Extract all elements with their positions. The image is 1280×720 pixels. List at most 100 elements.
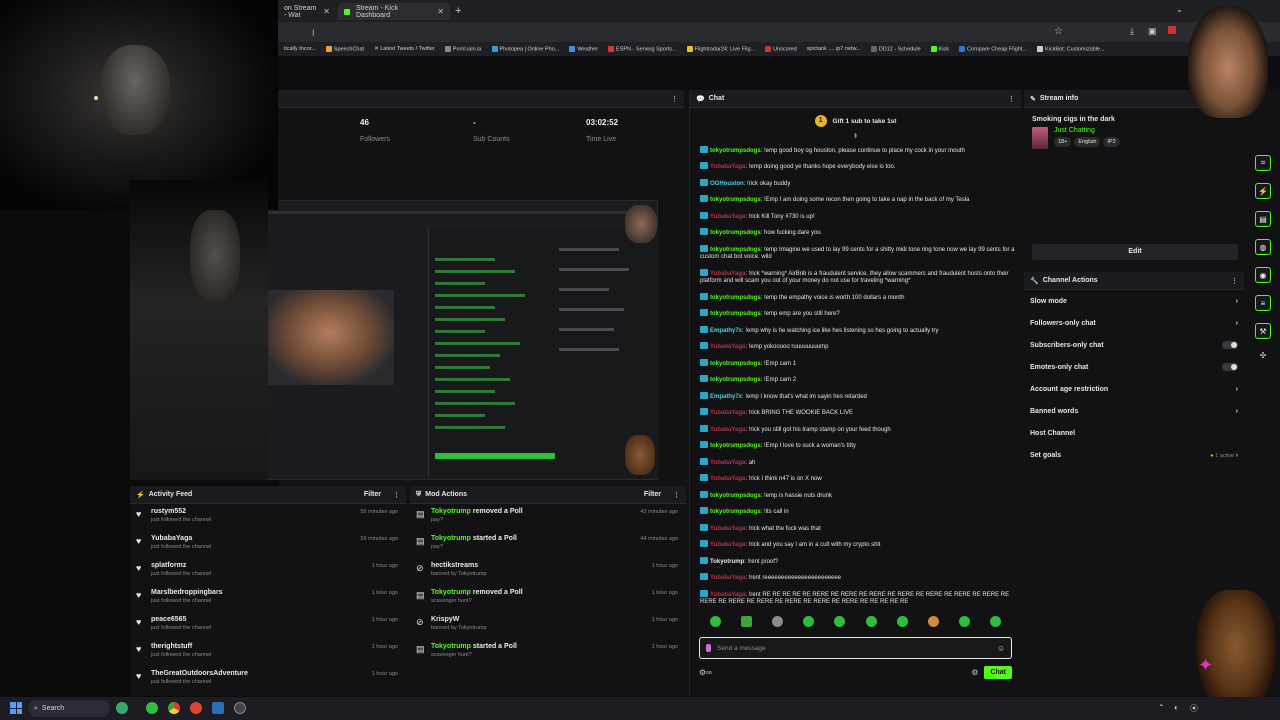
list-item[interactable]: ▤ Tokyotrump started a Poll scavenger hunt… — [410, 639, 686, 666]
taskbar-app-icon[interactable] — [234, 702, 246, 714]
extension-red-icon[interactable] — [1168, 26, 1176, 34]
taskbar-app-icon[interactable] — [190, 702, 202, 714]
emote-icon[interactable] — [958, 615, 970, 627]
send-chat-button[interactable]: Chat — [984, 665, 1012, 679]
emote-icon[interactable] — [865, 615, 877, 627]
chat-username[interactable]: YubabaYaga — [710, 344, 745, 350]
chat-username[interactable]: YubabaYaga — [710, 575, 745, 581]
bookmark-item[interactable]: Flightradar24: Live Flig... — [686, 45, 755, 52]
list-item[interactable]: ♥ therightstuff just followed the channel 1… — [130, 639, 406, 666]
list-item[interactable]: ♥ YubabaYaga just followed the channel 59 m… — [130, 531, 406, 558]
chat-message[interactable]: YubabaYaga: !rick Kill Tony #730 is up! — [690, 208, 1015, 225]
close-tab-icon[interactable]: ✕ — [323, 7, 330, 16]
bookmark-item[interactable]: ✕ Latest Tweets / Twitter — [374, 46, 435, 52]
address-bar[interactable]: I ☆ ⤓ ▣ — [278, 22, 1280, 42]
microphone-icon[interactable]: ⦿ — [1190, 703, 1198, 714]
extension-icon[interactable]: ▣ — [1148, 26, 1157, 37]
chat-username[interactable]: YubabaYaga — [710, 271, 745, 277]
emote-icon[interactable] — [989, 615, 1001, 627]
bookmark-item[interactable]: Kick — [930, 45, 949, 52]
emoji-icon[interactable]: ☺ — [997, 644, 1005, 653]
pin-icon[interactable]: ⇟ — [690, 133, 1021, 142]
chat-username[interactable]: OGHouston — [710, 181, 744, 187]
bookmark-item[interactable]: Weather — [569, 45, 598, 52]
chat-message[interactable]: YubabaYaga: !emp doing good ye thanks ho… — [690, 159, 1015, 176]
browser-tab-kick-dashboard[interactable]: Stream - Kick Dashboard ✕ — [338, 3, 450, 20]
chat-username[interactable]: YubabaYaga — [710, 542, 745, 548]
chat-message[interactable]: tokyotrumpsdogs: !its call in — [690, 504, 1015, 521]
chevron-up-icon[interactable]: ⌃ — [1158, 703, 1165, 712]
chat-username[interactable]: YubabaYaga — [710, 410, 745, 416]
host-channel-item[interactable]: Host Channel — [1024, 422, 1244, 444]
set-goals-item[interactable]: Set goals ● 1 active › — [1024, 444, 1244, 466]
chat-message[interactable]: YubabaYaga: !rick BRING THE WOOKIE BACK … — [690, 405, 1015, 422]
chat-username[interactable]: YubabaYaga — [710, 460, 745, 466]
crop-icon[interactable]: ⌗ — [1255, 155, 1271, 171]
pinned-gift-banner[interactable]: 1 Gift 1 sub to take 1st — [690, 108, 1021, 134]
banned-words-item[interactable]: Banned words › — [1024, 400, 1244, 422]
toggle-switch[interactable] — [1222, 363, 1238, 371]
more-icon[interactable]: ⋮ — [393, 491, 400, 499]
browser-tab-watch[interactable]: on Stream - Wat ✕ — [278, 3, 336, 20]
chat-username[interactable]: YubabaYaga — [710, 476, 745, 482]
chat-message[interactable]: Empathy7x: !emp why is he watching ice l… — [690, 322, 1015, 339]
chat-message[interactable]: tokyotrumpsdogs: !Emp I am doing some re… — [690, 192, 1015, 209]
list-item[interactable]: ⊘ KrispyW banned by Tokyotrump 1 hour ago — [410, 612, 686, 639]
star-icon[interactable]: ☆ — [1054, 26, 1063, 37]
emote-icon[interactable] — [927, 615, 939, 627]
emote-icon[interactable] — [803, 615, 815, 627]
list-item[interactable]: ▤ Tokyotrump removed a Poll scavenger hunt… — [410, 585, 686, 612]
chat-message[interactable]: YubabaYaga: !rick you still got his tram… — [690, 421, 1015, 438]
bookmark-item[interactable]: tically Incor... — [284, 46, 316, 52]
chat-message[interactable]: OGHouston: !rick okay buddy — [690, 175, 1015, 192]
chat-username[interactable]: tokyotrumpsdogs — [710, 247, 761, 253]
chat-username[interactable]: tokyotrumpsdogs — [710, 509, 761, 515]
chrome-icon[interactable] — [168, 702, 180, 714]
chat-message[interactable]: tokyotrumpsdogs: !Emp cam 2 — [690, 372, 1015, 389]
chat-username[interactable]: YubabaYaga — [710, 427, 745, 433]
chat-message[interactable]: YubabaYaga: !rick and you say I am in a … — [690, 537, 1015, 554]
more-icon[interactable]: ⋮ — [673, 491, 680, 499]
emote-icon[interactable] — [896, 615, 908, 627]
stack-icon[interactable]: ≡ — [1255, 295, 1271, 311]
chat-message[interactable]: YubabaYaga: !rick *warning* AirBnb is a … — [690, 265, 1015, 289]
broadcast-icon[interactable]: ◉ — [1255, 267, 1271, 283]
bookmark-item[interactable]: DD12 - Schedule — [870, 45, 921, 52]
edit-stream-button[interactable]: Edit — [1032, 244, 1238, 260]
chat-bubble-icon[interactable]: ◍ — [1255, 239, 1271, 255]
bookmark-item[interactable]: SpeechChat — [325, 45, 364, 52]
chat-message[interactable]: Empathy7x: !emp I know that's what im sa… — [690, 388, 1015, 405]
filter-button[interactable]: Filter — [364, 491, 381, 498]
chat-username[interactable]: YubabaYaga — [710, 164, 745, 170]
chat-message[interactable]: tokyotrumpsdogs: !emp is hassie nuts dru… — [690, 487, 1015, 504]
chat-username[interactable]: tokyotrumpsdogs — [710, 361, 761, 367]
chat-username[interactable]: tokyotrumpsdogs — [710, 230, 761, 236]
taskbar-search[interactable]: ⌕ Search — [28, 700, 110, 717]
list-item[interactable]: ♥ Marslbedroppingbars just followed the ch… — [130, 585, 406, 612]
chat-username[interactable]: YubabaYaga — [710, 526, 745, 532]
tray-icon[interactable]: ◐ — [1174, 703, 1179, 712]
bookmark-item[interactable]: KickBot: Customizable... — [1036, 45, 1105, 52]
chat-username[interactable]: tokyotrumpsdogs — [710, 197, 761, 203]
chat-message[interactable]: tokyotrumpsdogs: !Emp I love to suck a w… — [690, 438, 1015, 455]
emotes-only-item[interactable]: Emotes-only chat — [1024, 356, 1244, 378]
chat-message[interactable]: YubabaYaga: !emp yokooooo ruuuuuuuump — [690, 339, 1015, 356]
chat-input[interactable]: Send a message ☺ — [699, 637, 1012, 659]
emote-icon[interactable] — [741, 615, 753, 627]
wrench-icon[interactable]: ⚒ — [1255, 323, 1271, 339]
chat-message[interactable]: tokyotrumpsdogs: !Emp cam 1 — [690, 355, 1015, 372]
chevron-down-icon[interactable]: ⌄ — [1176, 5, 1183, 14]
chat-username[interactable]: tokyotrumpsdogs — [710, 377, 761, 383]
gear-icon[interactable]: ⚙ — [971, 668, 978, 677]
chat-username[interactable]: Empathy7x — [710, 328, 742, 334]
chat-message[interactable]: YubabaYaga: ah — [690, 454, 1015, 471]
chat-username[interactable]: YubabaYaga — [710, 592, 745, 598]
chat-username[interactable]: tokyotrumpsdogs — [710, 148, 761, 154]
chat-message[interactable]: Tokyotrump: !rent proof? — [690, 553, 1015, 570]
more-icon[interactable]: ⋮ — [1008, 95, 1015, 103]
emote-icon[interactable] — [710, 615, 722, 627]
chat-message[interactable]: tokyotrumpsdogs: how fucking dare you — [690, 225, 1015, 242]
puzzle-icon[interactable]: ✣ — [1255, 351, 1271, 360]
chat-username[interactable]: tokyotrumpsdogs — [710, 311, 761, 317]
chat-username[interactable]: YubabaYaga — [710, 214, 745, 220]
